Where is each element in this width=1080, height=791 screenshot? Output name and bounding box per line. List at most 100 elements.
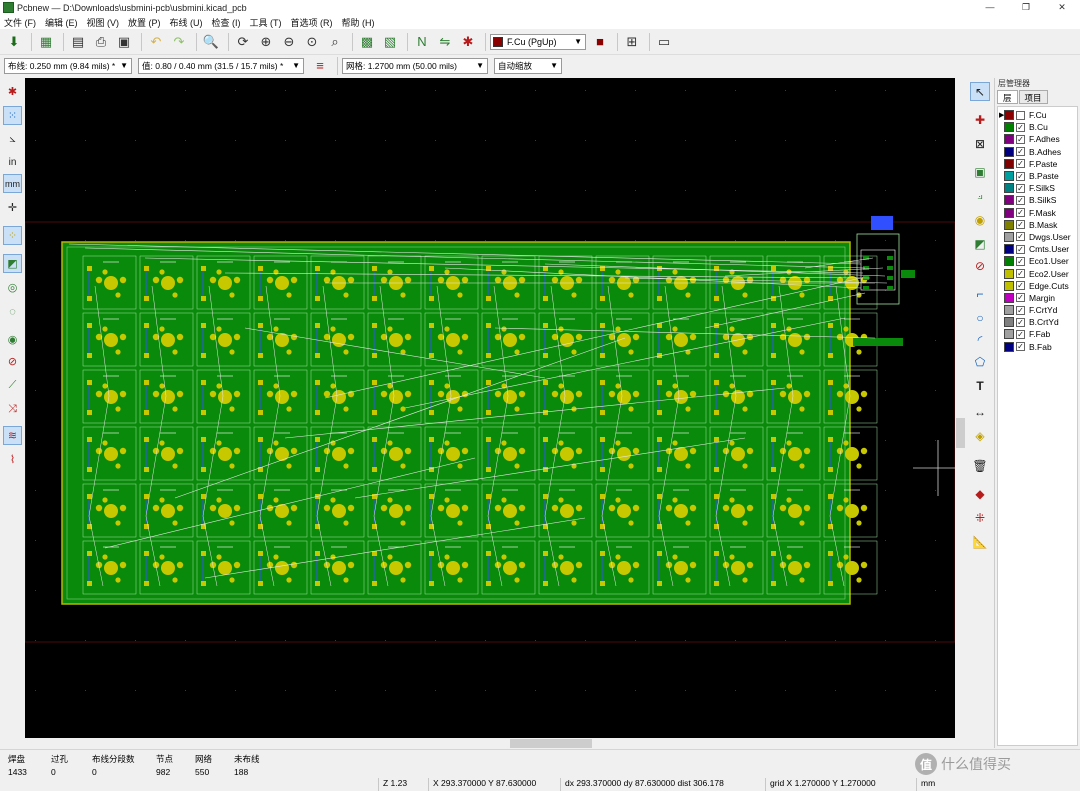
menu-preferences[interactable]: 首选项 (R) — [291, 16, 333, 29]
layer-visibility-checkbox[interactable] — [1016, 110, 1025, 120]
minimize-button[interactable]: — — [972, 2, 1008, 13]
highlight-net-icon[interactable]: ✚ — [970, 110, 990, 129]
layer-color-swatch[interactable] — [1004, 171, 1014, 182]
draw-circle-icon[interactable]: ○ — [970, 308, 990, 327]
page-settings-icon[interactable]: ▤ — [68, 32, 88, 52]
layer-color-swatch[interactable] — [1004, 122, 1014, 133]
track-sketch-icon[interactable]: ⟋ — [3, 376, 22, 395]
drc-marker-icon[interactable]: ✱ — [3, 82, 22, 101]
zoom-select[interactable]: 自动缩放 ▼ — [494, 57, 562, 74]
layer-visibility-checkbox[interactable]: ✓ — [1016, 147, 1025, 157]
layer-color-swatch[interactable] — [1004, 207, 1014, 218]
high-contrast-icon[interactable]: ⤨ — [3, 400, 22, 419]
grid-origin-icon[interactable]: ⁜ — [970, 508, 990, 527]
grid-select[interactable]: 网格: 1.2700 mm (50.00 mils) ▼ — [342, 57, 488, 74]
zone-outline-icon[interactable]: ◎ — [3, 278, 22, 297]
draw-polygon-icon[interactable]: ⬠ — [970, 352, 990, 371]
zoom-selection-icon[interactable]: ⌕ — [325, 32, 345, 52]
layer-visibility-checkbox[interactable]: ✓ — [1016, 281, 1025, 291]
add-text-icon[interactable]: T — [970, 376, 990, 395]
find-icon[interactable]: 🔍 — [201, 32, 221, 52]
netlist-icon[interactable]: N — [412, 32, 432, 52]
layer-visibility-checkbox[interactable]: ✓ — [1016, 171, 1025, 181]
measure-tool-icon[interactable]: 📐 — [970, 532, 990, 551]
layer-row[interactable]: ✓ B.SilkS — [998, 194, 1077, 206]
add-via-icon[interactable]: ◉ — [970, 210, 990, 229]
layer-row[interactable]: ✓ Eco1.User — [998, 255, 1077, 267]
layer-visibility-checkbox[interactable]: ✓ — [1016, 134, 1025, 144]
layer-row[interactable]: ✓ Margin — [998, 292, 1077, 304]
layer-row[interactable]: ✓ Dwgs.User — [998, 231, 1077, 243]
board-setup-icon[interactable]: ▦ — [36, 32, 56, 52]
via-sketch-icon[interactable]: ⊘ — [3, 352, 22, 371]
layer-selector[interactable]: F.Cu (PgUp) ▼ — [490, 33, 586, 50]
layer-color-swatch[interactable] — [1004, 341, 1014, 352]
layer-color-swatch[interactable] — [1004, 146, 1014, 157]
delete-icon[interactable]: 🗑 — [970, 456, 990, 475]
footprint-editor-icon[interactable]: ▩ — [357, 32, 377, 52]
zone-fill-icon[interactable]: ◩ — [3, 254, 22, 273]
auto-track-width-icon[interactable]: ≡ — [310, 56, 330, 76]
menu-place[interactable]: 放置 (P) — [128, 16, 161, 29]
layer-visibility-checkbox[interactable]: ✓ — [1016, 256, 1025, 266]
update-pcb-icon[interactable]: ⇋ — [435, 32, 455, 52]
route-track-icon[interactable]: ⟓ — [970, 186, 990, 205]
layer-row[interactable]: ▶ F.Cu — [998, 109, 1077, 121]
layer-manager-toggle-icon[interactable]: ≋ — [3, 426, 22, 445]
menu-view[interactable]: 视图 (V) — [87, 16, 120, 29]
vertical-scroll-thumb[interactable] — [956, 418, 965, 448]
track-width-select[interactable]: 布线: 0.250 mm (9.84 mils) * ▼ — [4, 57, 132, 74]
mm-units-button[interactable]: mm — [3, 174, 22, 193]
scripting-console-icon[interactable]: ▭ — [654, 32, 674, 52]
layer-visibility-checkbox[interactable]: ✓ — [1016, 342, 1025, 352]
microwave-tools-icon[interactable]: ⌇ — [3, 450, 22, 469]
layer-row[interactable]: ✓ F.SilkS — [998, 182, 1077, 194]
layer-color-swatch[interactable] — [1004, 244, 1014, 255]
layer-row[interactable]: ✓ B.Cu — [998, 121, 1077, 133]
zone-sketch-icon[interactable]: ◌ — [3, 302, 22, 321]
cursor-shape-icon[interactable]: ✛ — [3, 198, 22, 217]
layer-visibility-checkbox[interactable]: ✓ — [1016, 208, 1025, 218]
tab-items[interactable]: 项目 — [1018, 90, 1048, 104]
layer-row[interactable]: ✓ B.Mask — [998, 219, 1077, 231]
layer-row[interactable]: ✓ F.Adhes — [998, 133, 1077, 145]
layer-color-swatch[interactable] — [1004, 268, 1014, 279]
layer-visibility-checkbox[interactable]: ✓ — [1016, 329, 1025, 339]
zoom-in-icon[interactable]: ⊕ — [256, 32, 276, 52]
auto-route-icon[interactable]: ⊞ — [622, 32, 642, 52]
menu-edit[interactable]: 编辑 (E) — [45, 16, 78, 29]
polar-coords-icon[interactable]: ⦣ — [3, 130, 22, 149]
layer-color-swatch[interactable] — [1004, 158, 1014, 169]
select-arrow-icon[interactable]: ↖ — [970, 82, 990, 101]
add-footprint-icon[interactable]: ▣ — [970, 162, 990, 181]
add-dimension-icon[interactable]: ↔ — [970, 402, 990, 421]
plot-icon[interactable]: ▣ — [114, 32, 134, 52]
layer-visibility-checkbox[interactable]: ✓ — [1016, 122, 1025, 132]
layer-color-swatch[interactable] — [1004, 280, 1014, 291]
menu-route[interactable]: 布线 (U) — [170, 16, 203, 29]
tab-layers[interactable]: 层 — [997, 90, 1018, 104]
horizontal-scroll-thumb[interactable] — [510, 739, 592, 748]
print-icon[interactable]: ⎙ — [91, 32, 111, 52]
menu-help[interactable]: 帮助 (H) — [342, 16, 375, 29]
layer-row[interactable]: ✓ Eco2.User — [998, 267, 1077, 279]
keepout-area-icon[interactable]: ⊘ — [970, 256, 990, 275]
grid-toggle-icon[interactable]: ⁙ — [3, 106, 22, 125]
draw-line-icon[interactable]: ⌐ — [970, 284, 990, 303]
layer-color-swatch[interactable] — [1004, 329, 1014, 340]
show-ratsnest-icon[interactable]: ⁘ — [3, 226, 22, 245]
layer-row[interactable]: ✓ F.Paste — [998, 158, 1077, 170]
layer-pair-icon[interactable]: ■ — [590, 32, 610, 52]
maximize-button[interactable]: ❐ — [1008, 2, 1044, 13]
pad-sketch-icon[interactable]: ◉ — [3, 330, 22, 349]
layer-row[interactable]: ✓ F.CrtYd — [998, 304, 1077, 316]
layer-visibility-checkbox[interactable]: ✓ — [1016, 220, 1025, 230]
zoom-out-icon[interactable]: ⊖ — [279, 32, 299, 52]
layer-row[interactable]: ✓ B.Adhes — [998, 146, 1077, 158]
layer-visibility-checkbox[interactable]: ✓ — [1016, 232, 1025, 242]
close-button[interactable]: ✕ — [1044, 2, 1080, 13]
layer-visibility-checkbox[interactable]: ✓ — [1016, 159, 1025, 169]
via-size-select[interactable]: 值: 0.80 / 0.40 mm (31.5 / 15.7 mils) * ▼ — [138, 57, 304, 74]
draw-arc-icon[interactable]: ◜ — [970, 330, 990, 349]
layer-row[interactable]: ✓ B.CrtYd — [998, 316, 1077, 328]
